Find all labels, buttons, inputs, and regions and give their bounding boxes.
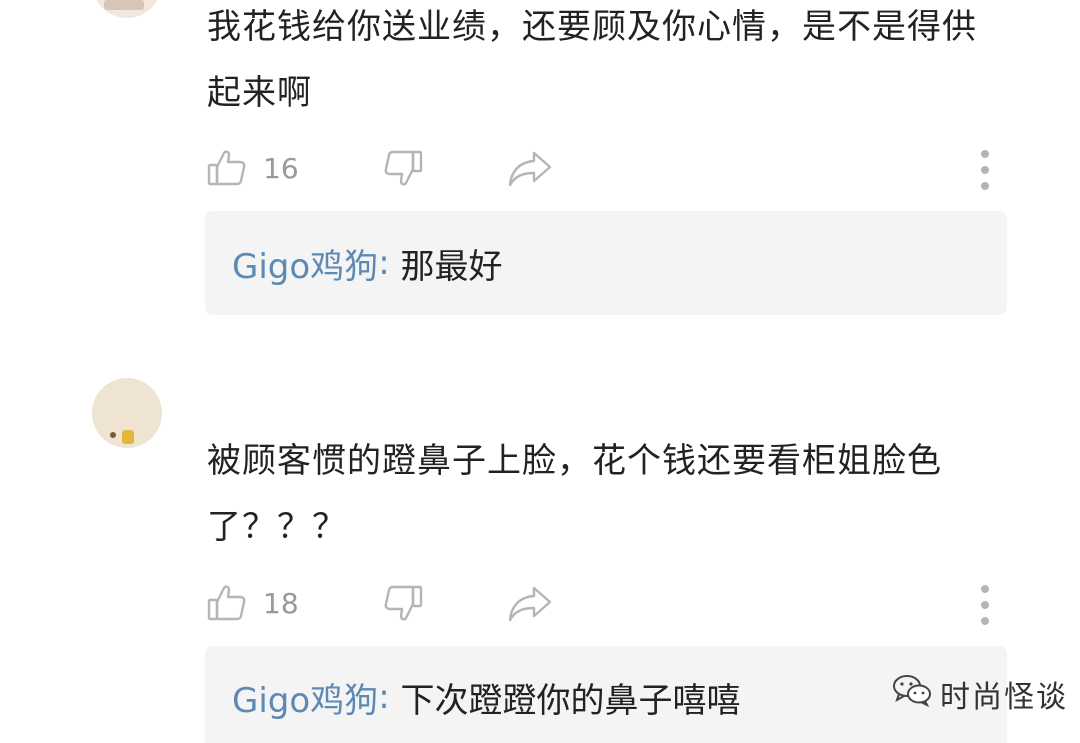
reply-username[interactable]: Gigo鸡狗 xyxy=(232,239,378,288)
more-options-button[interactable] xyxy=(977,583,993,627)
more-vertical-icon-dot xyxy=(981,150,989,158)
share-arrow-icon xyxy=(507,583,553,623)
share-button[interactable] xyxy=(507,583,553,623)
avatar[interactable] xyxy=(92,378,162,448)
avatar-decoration xyxy=(122,430,134,444)
share-arrow-icon xyxy=(507,148,553,188)
dislike-button[interactable] xyxy=(383,148,423,188)
wechat-icon xyxy=(892,673,940,715)
more-vertical-icon-dot xyxy=(981,182,989,190)
thumbs-down-icon xyxy=(383,148,423,188)
reply-text: 下次蹬蹬你的鼻子嘻嘻 xyxy=(400,680,741,721)
thumbs-up-icon xyxy=(207,583,247,623)
comment-action-bar: 16 xyxy=(207,148,1007,192)
like-count: 16 xyxy=(263,151,299,185)
reply-box[interactable]: Gigo鸡狗: 下次蹬蹬你的鼻子嘻嘻 xyxy=(205,646,1007,743)
reply-separator: : xyxy=(378,243,401,283)
thumbs-up-icon xyxy=(207,148,247,188)
reply-box[interactable]: Gigo鸡狗: 那最好 xyxy=(205,211,1007,315)
more-vertical-icon-dot xyxy=(981,601,989,609)
thumbs-down-icon xyxy=(383,583,423,623)
comment-text: 被顾客惯的蹬鼻子上脸，花个钱还要看柜姐脸色了？？？ xyxy=(207,441,942,547)
more-vertical-icon-dot xyxy=(981,585,989,593)
like-count: 18 xyxy=(263,586,299,620)
like-button[interactable]: 18 xyxy=(207,583,299,623)
more-vertical-icon-dot xyxy=(981,617,989,625)
avatar-decoration xyxy=(104,0,144,10)
comment-feed: 我花钱给你送业绩，还要顾及你心情，是不是得供起来啊 16 Gigo鸡狗: 那最… xyxy=(0,0,1080,743)
comment-action-bar: 18 xyxy=(207,583,1007,627)
like-button[interactable]: 16 xyxy=(207,148,299,188)
avatar[interactable] xyxy=(92,0,162,18)
avatar-decoration xyxy=(110,432,116,438)
share-button[interactable] xyxy=(507,148,553,188)
comment-text: 我花钱给你送业绩，还要顾及你心情，是不是得供起来啊 xyxy=(207,7,977,113)
more-vertical-icon-dot xyxy=(981,166,989,174)
watermark: 时尚怪谈 xyxy=(892,672,1068,716)
reply-username[interactable]: Gigo鸡狗 xyxy=(232,673,378,722)
reply-separator: : xyxy=(378,677,401,717)
reply-text: 那最好 xyxy=(400,246,503,287)
dislike-button[interactable] xyxy=(383,583,423,623)
more-options-button[interactable] xyxy=(977,148,993,192)
watermark-text: 时尚怪谈 xyxy=(940,680,1068,715)
